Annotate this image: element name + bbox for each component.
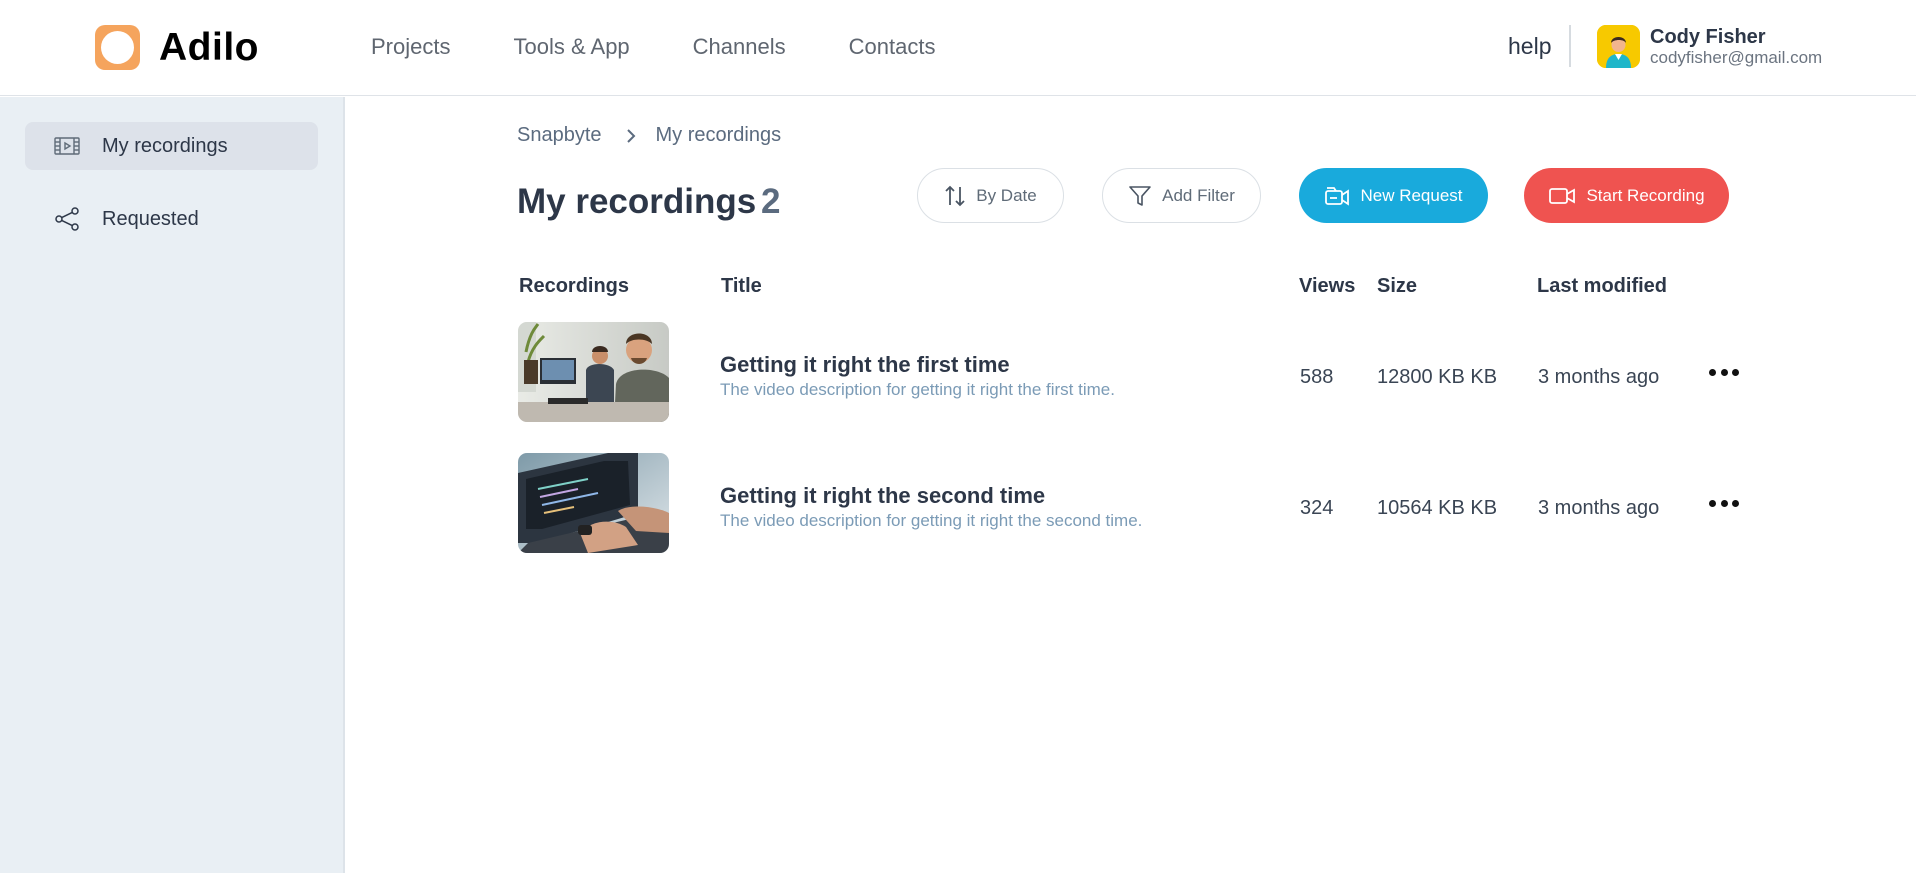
video-camera-icon — [1548, 186, 1576, 206]
recording-description: The video description for getting it rig… — [720, 380, 1115, 399]
recording-last-modified: 3 months ago — [1538, 366, 1660, 388]
brand-logo[interactable]: Adilo — [95, 25, 259, 70]
recording-views: 324 — [1300, 497, 1334, 519]
column-header-title[interactable]: Title — [721, 275, 762, 298]
film-icon — [52, 136, 82, 156]
user-name: Cody Fisher — [1650, 25, 1766, 48]
user-email: codyfisher@gmail.com — [1650, 47, 1823, 67]
recording-size: 12800 KB KB — [1377, 366, 1498, 388]
nav-tools-app[interactable]: Tools & App — [513, 34, 629, 60]
sidebar-item-label: Requested — [102, 207, 199, 230]
new-request-label: New Request — [1360, 185, 1463, 205]
column-header-recordings[interactable]: Recordings — [519, 275, 629, 298]
camera-request-icon — [1324, 185, 1350, 207]
recording-last-modified: 3 months ago — [1538, 497, 1660, 519]
recording-thumbnail[interactable] — [518, 322, 669, 422]
recording-title[interactable]: Getting it right the second time — [720, 483, 1045, 509]
logo-icon — [95, 25, 140, 70]
filter-button-label: Add Filter — [1162, 185, 1235, 205]
help-link[interactable]: help — [1508, 33, 1551, 60]
breadcrumb: Snapbyte My recordings — [517, 124, 781, 147]
recording-title[interactable]: Getting it right the first time — [720, 352, 1010, 378]
table-row[interactable]: Getting it right the first time The vide… — [0, 322, 1916, 422]
share-icon — [52, 207, 82, 231]
sort-button-label: By Date — [976, 185, 1037, 205]
user-menu[interactable]: Cody Fisher codyfisher@gmail.com — [1597, 25, 1822, 68]
sort-by-date-button[interactable]: By Date — [917, 168, 1064, 223]
column-header-views[interactable]: Views — [1299, 275, 1355, 298]
nav-projects[interactable]: Projects — [371, 34, 450, 60]
recording-views: 588 — [1300, 366, 1334, 388]
add-filter-button[interactable]: Add Filter — [1102, 168, 1261, 223]
user-avatar-icon — [1597, 25, 1640, 68]
filter-icon — [1128, 184, 1152, 208]
sidebar-item-requested[interactable]: Requested — [25, 195, 318, 243]
breadcrumb-root[interactable]: Snapbyte — [517, 124, 602, 147]
column-header-last-modified[interactable]: Last modified — [1537, 275, 1667, 298]
start-recording-label: Start Recording — [1586, 185, 1705, 205]
page-title: My recordings — [517, 182, 757, 221]
sort-icon — [944, 185, 966, 207]
header-divider — [1569, 25, 1571, 67]
nav-contacts[interactable]: Contacts — [849, 34, 936, 60]
recording-size: 10564 KB KB — [1377, 497, 1498, 519]
recording-thumbnail[interactable] — [518, 453, 669, 553]
recordings-count: 2 — [761, 182, 781, 221]
recording-description: The video description for getting it rig… — [720, 511, 1143, 530]
avatar — [1597, 25, 1640, 68]
sidebar-item-label: My recordings — [102, 134, 228, 157]
column-header-size[interactable]: Size — [1377, 275, 1417, 298]
nav-channels[interactable]: Channels — [693, 34, 786, 60]
main-nav: Projects Tools & App Channels Contacts — [371, 34, 998, 60]
start-recording-button[interactable]: Start Recording — [1524, 168, 1729, 223]
sidebar-item-my-recordings[interactable]: My recordings — [25, 122, 318, 170]
brand-name: Adilo — [159, 25, 259, 69]
table-row[interactable]: Getting it right the second time The vid… — [0, 453, 1916, 553]
more-options-icon[interactable] — [1709, 364, 1739, 380]
more-options-icon[interactable] — [1709, 495, 1739, 511]
new-request-button[interactable]: New Request — [1299, 168, 1488, 223]
top-bar: Adilo Projects Tools & App Channels Cont… — [0, 0, 1916, 96]
chevron-right-icon — [626, 128, 636, 143]
breadcrumb-current[interactable]: My recordings — [656, 124, 782, 147]
